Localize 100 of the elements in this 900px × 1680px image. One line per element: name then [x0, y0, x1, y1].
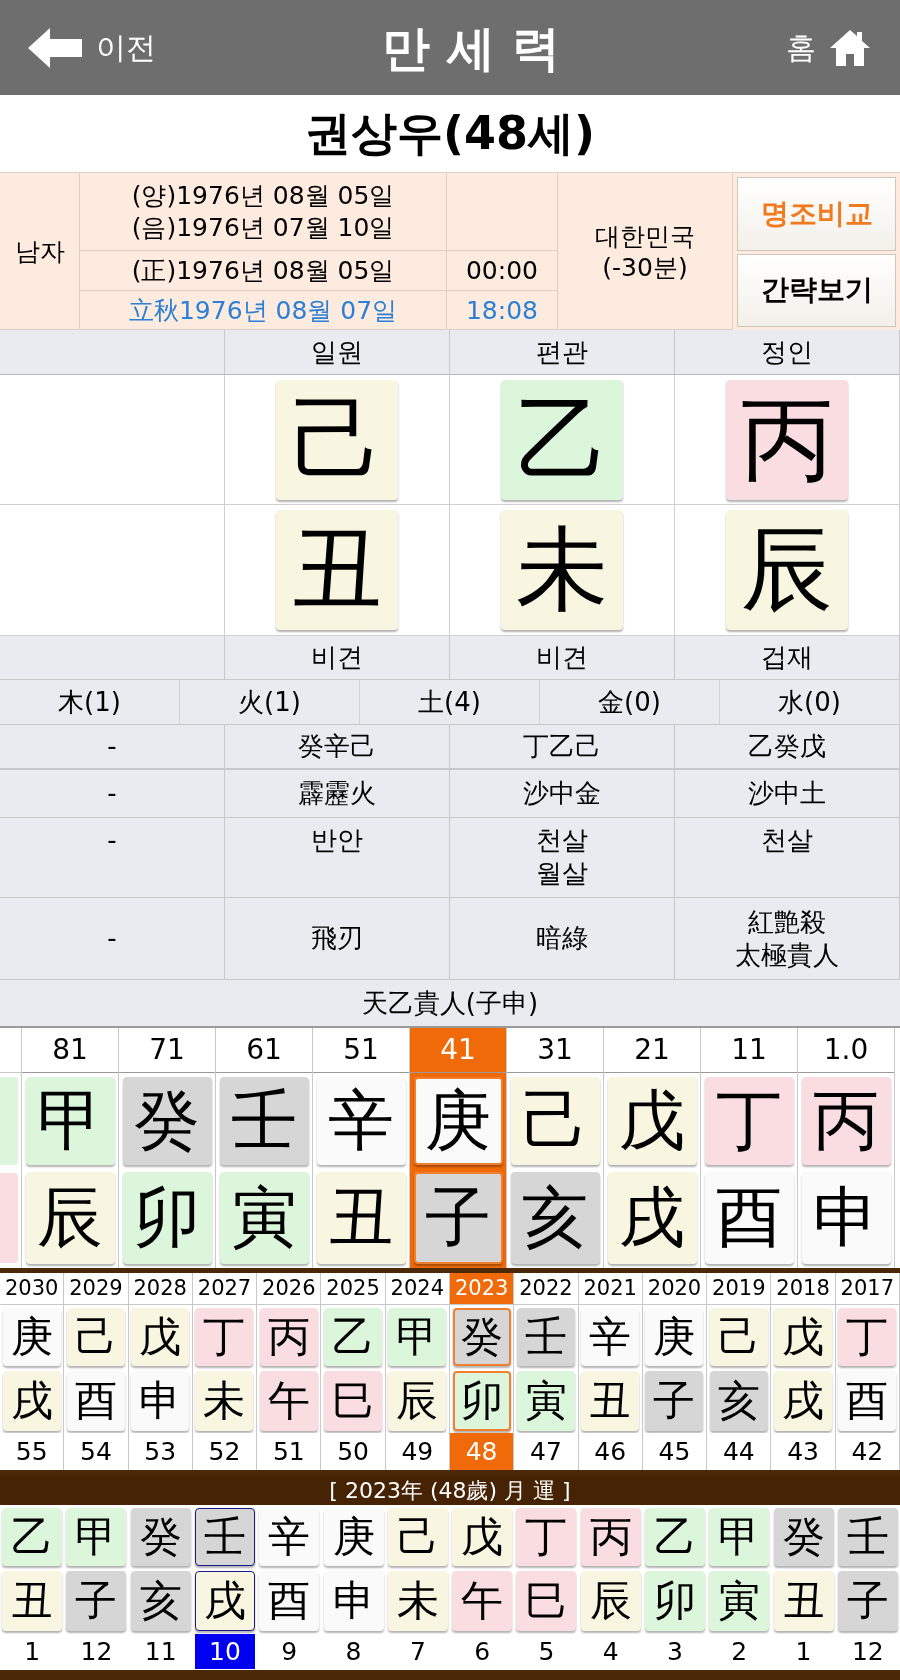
branch-tile: 申 [323, 1570, 384, 1631]
lunar-date: (음)1976년 07월 10일 [131, 211, 395, 243]
stem-tile: 戊 [131, 1307, 190, 1366]
branch-tile: 卯 [452, 1370, 511, 1431]
time-offset: (-30분) [602, 252, 688, 284]
stem-tile: 乙 [2, 1507, 63, 1566]
stem-tile: 戊 [607, 1076, 697, 1165]
branch-tile: 丑 [316, 1172, 406, 1264]
app-title: 만 세 력 [382, 18, 560, 78]
table-cell: 沙中金 [523, 777, 601, 810]
table-cell: 반안 [311, 824, 363, 857]
branch-tile: 丑 [2, 1570, 63, 1631]
stem-tile: 壬 [516, 1307, 575, 1366]
branch-ten-god-label: 겁재 [761, 641, 813, 674]
element-count: 水(0) [778, 685, 841, 719]
stem-tile: 戊 [452, 1507, 513, 1566]
country-label: 대한민국 [595, 220, 695, 252]
action-button[interactable]: 간략보기 [737, 253, 896, 327]
branch-tile: 子 [645, 1370, 704, 1431]
branch-tile: 丑 [581, 1370, 640, 1431]
element-count: 土(4) [418, 685, 481, 719]
branch-tile: 巳 [516, 1570, 577, 1631]
stem-tile: 己 [387, 1507, 448, 1566]
branch-tile: 申 [131, 1370, 190, 1431]
stem-tile: 丙 [259, 1307, 318, 1366]
back-arrow-icon [28, 27, 84, 68]
solar-term-date: 立秋1976년 08월 07일 [128, 295, 398, 328]
branch-tile: 未 [501, 510, 623, 630]
table-cell: - [107, 922, 117, 955]
branch-tile: 子 [837, 1570, 898, 1631]
stem-tile: 癸 [773, 1507, 834, 1566]
table-cell: 천살 [536, 824, 588, 857]
stem-tile: 丙 [580, 1507, 641, 1566]
stem-tile: 辛 [316, 1076, 406, 1165]
branch-tile: 午 [259, 1370, 318, 1431]
branch-tile: 午 [452, 1570, 513, 1631]
month-banner: [ 2023年 (48歲) 月 運 ] [0, 1475, 900, 1505]
birth-time: 00:00 [465, 254, 538, 287]
branch-tile: 戌 [774, 1370, 833, 1431]
stem-tile: 己 [276, 379, 398, 500]
branch-tile: 酉 [704, 1172, 794, 1264]
branch-tile: 戌 [195, 1570, 255, 1631]
stem-tile: 庚 [645, 1307, 704, 1366]
stem-tile: 壬 [837, 1507, 898, 1566]
branch-tile: 亥 [130, 1570, 191, 1631]
table-cell: - [107, 730, 117, 763]
back-button[interactable]: 이전 [28, 25, 156, 70]
stem-tile: 壬 [219, 1076, 309, 1165]
table-cell: 紅艶殺 [748, 906, 826, 939]
ten-god-label: 일원 [311, 335, 363, 369]
table-cell: - [107, 777, 117, 810]
table-cell: 월살 [536, 856, 588, 889]
branch-tile: 巳 [324, 1370, 383, 1431]
table-cell: 천살 [761, 824, 813, 857]
table-cell: 飛刃 [311, 922, 363, 955]
gender-label: 남자 [14, 236, 65, 269]
branch-tile: 子 [66, 1570, 127, 1631]
home-icon [828, 27, 872, 68]
solar-term-time: 18:08 [465, 295, 538, 328]
stem-tile: 癸 [452, 1307, 511, 1366]
branch-tile: 戌 [607, 1172, 697, 1264]
stem-tile: 戊 [774, 1307, 833, 1366]
corrected-date: (正)1976년 08월 05일 [131, 254, 395, 287]
stem-tile: 癸 [130, 1507, 191, 1566]
branch-tile: 丑 [773, 1570, 834, 1631]
branch-tile: 卯 [122, 1172, 212, 1264]
branch-ten-god-label: 비견 [311, 641, 363, 674]
month-number[interactable]: 10 [195, 1634, 255, 1669]
branch-tile: 寅 [219, 1172, 309, 1264]
stem-tile: 乙 [324, 1307, 383, 1366]
stem-tile: 己 [66, 1307, 125, 1366]
stem-tile: 甲 [66, 1507, 127, 1566]
element-count: 木(1) [58, 685, 121, 719]
branch-tile: 亥 [510, 1172, 600, 1264]
table-cell: 丁乙己 [523, 730, 601, 763]
stem-tile: 己 [709, 1307, 768, 1366]
stem-tile: 丁 [195, 1307, 254, 1366]
solar-date: (양)1976년 08월 05일 [131, 180, 395, 212]
stem-tile: 丙 [801, 1076, 891, 1165]
branch-tile: 酉 [259, 1570, 320, 1631]
branch-ten-god-label: 비견 [536, 641, 588, 674]
stem-tile: 庚 [323, 1507, 384, 1566]
branch-tile: 酉 [66, 1370, 125, 1431]
stem-tile: 壬 [195, 1507, 255, 1566]
person-title: 권상우(48세) [304, 105, 596, 162]
table-cell: 暗綠 [536, 922, 588, 955]
stem-tile: 辛 [259, 1507, 320, 1566]
branch-tile: 辰 [726, 510, 848, 630]
stem-tile: 甲 [709, 1507, 770, 1566]
branch-tile: 戌 [2, 1370, 61, 1431]
branch-tile: 丑 [276, 510, 398, 630]
branch-tile: 卯 [645, 1570, 705, 1631]
element-count: 金(0) [598, 685, 661, 719]
stem-tile: 己 [510, 1076, 600, 1165]
home-button[interactable]: 홈 [786, 25, 872, 70]
branch-tile: 申 [801, 1172, 891, 1264]
branch-tile: 酉 [838, 1370, 897, 1431]
table-cell: 乙癸戊 [748, 730, 826, 763]
table-cell: 癸辛己 [298, 730, 376, 763]
ten-god-label: 편관 [536, 335, 588, 369]
